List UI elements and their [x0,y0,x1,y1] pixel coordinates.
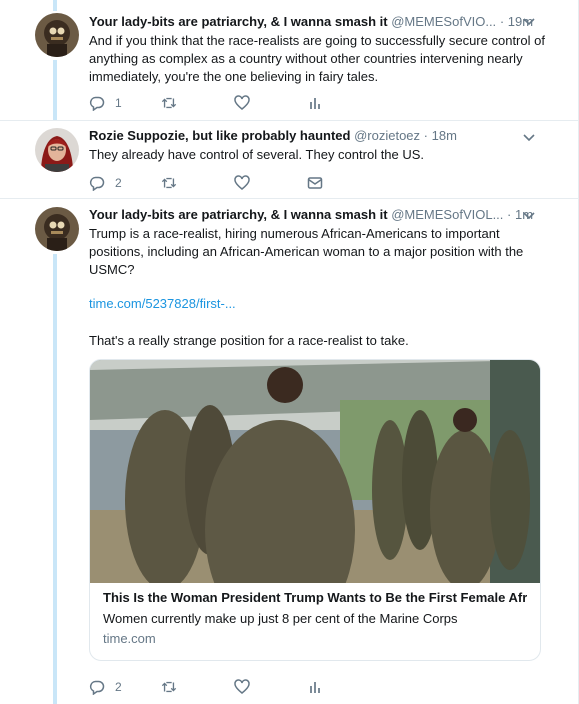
user-handle[interactable]: @rozietoez [354,128,420,143]
tweet-header: Your lady-bits are patriarchy, & I wanna… [89,13,546,31]
like-button[interactable] [234,678,250,696]
tweet-header: Rozie Suppozie, but like probably haunte… [89,127,546,145]
tweet-header: Your lady-bits are patriarchy, & I wanna… [89,206,546,224]
tweet-text: They already have control of several. Th… [89,147,425,162]
avatar[interactable] [35,128,79,172]
link-card[interactable]: This Is the Woman President Trump Wants … [89,359,541,661]
tweet-3[interactable]: Your lady-bits are patriarchy, & I wanna… [0,199,578,704]
reply-icon [89,96,105,111]
tweet-1[interactable]: Your lady-bits are patriarchy, & I wanna… [0,0,578,120]
like-button[interactable] [234,174,250,192]
heart-icon [234,679,250,694]
reply-icon [89,176,105,191]
reply-icon [89,680,105,695]
reply-button[interactable]: 1 [89,94,122,112]
envelope-icon [307,177,323,189]
tweet-text: And if you think that the race-realists … [89,33,545,84]
analytics-button[interactable] [307,678,323,696]
reply-count: 1 [115,96,122,110]
card-title: This Is the Woman President Trump Wants … [103,590,527,605]
heart-icon [234,175,250,190]
user-handle[interactable]: @MEMESofVIO... [391,14,496,29]
separator-dot: · [499,14,505,29]
retweet-icon [161,681,177,693]
reply-button[interactable]: 2 [89,678,122,696]
tweet-2[interactable]: Rozie Suppozie, but like probably haunte… [0,121,578,198]
reply-count: 2 [115,680,122,694]
user-handle[interactable]: @MEMESofVIOL... [391,207,503,222]
separator-dot: · [507,207,512,222]
card-image [90,360,540,583]
analytics-button[interactable] [307,94,323,112]
timestamp[interactable]: 18m [432,128,457,143]
tweet-actions: 2 [89,678,389,696]
chevron-down-icon[interactable] [521,14,537,30]
retweet-button[interactable] [161,174,177,192]
analytics-icon [310,98,320,109]
tweet-link[interactable]: time.com/5237828/first-... [89,295,546,313]
analytics-icon [310,682,320,693]
display-name[interactable]: Your lady-bits are patriarchy, & I wanna… [89,207,388,222]
like-button[interactable] [234,94,250,112]
retweet-button[interactable] [161,678,177,696]
tweet-actions: 1 [89,94,389,112]
reply-count: 2 [115,176,122,190]
tweet-text-2: That's a really strange position for a r… [89,333,409,348]
retweet-icon [161,97,177,109]
tweet-actions: 2 [89,174,389,192]
retweet-icon [161,177,177,189]
chevron-down-icon[interactable] [521,130,537,146]
tweet-text: Trump is a race-realist, hiring numerous… [89,226,524,277]
avatar[interactable] [35,13,79,57]
card-domain: time.com [103,631,156,646]
display-name[interactable]: Your lady-bits are patriarchy, & I wanna… [89,14,388,29]
reply-button[interactable]: 2 [89,174,122,192]
card-description: Women currently make up just 8 per cent … [103,611,458,626]
separator-dot: · [423,128,429,143]
chevron-down-icon[interactable] [521,208,537,224]
retweet-button[interactable] [161,94,177,112]
direct-message-button[interactable] [307,174,323,192]
heart-icon [234,95,250,110]
avatar[interactable] [35,207,79,251]
display-name[interactable]: Rozie Suppozie, but like probably haunte… [89,128,350,143]
